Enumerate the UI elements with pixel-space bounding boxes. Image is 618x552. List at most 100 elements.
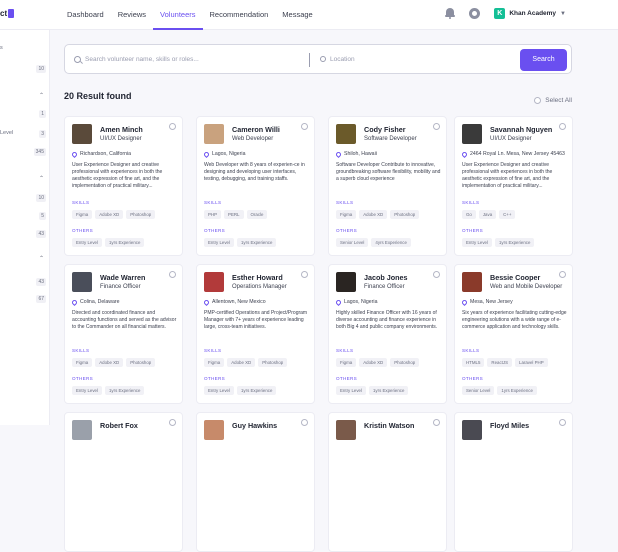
select-card-radio[interactable] xyxy=(559,271,566,278)
location-pin-icon xyxy=(202,298,211,306)
search-button[interactable]: Search xyxy=(520,49,567,71)
filter-count: 3 xyxy=(39,130,46,138)
others-label: OTHERS xyxy=(462,376,483,381)
location-text: Richardson, California xyxy=(80,151,132,157)
skills-label: SKILLS xyxy=(72,200,90,205)
skills-label: SKILLS xyxy=(204,348,222,353)
filter-count: 10 xyxy=(36,65,46,73)
brand-logo[interactable]: ct xyxy=(0,9,15,19)
others-label: OTHERS xyxy=(72,228,93,233)
volunteer-name[interactable]: Floyd Miles xyxy=(490,421,529,430)
volunteer-card[interactable]: Savannah Nguyen UI/UX Designer 2464 Royal … xyxy=(454,116,573,256)
location-text: Allentown, New Mexico xyxy=(212,299,266,305)
others-tags: Senior Level 1yrs Experience xyxy=(462,386,537,395)
volunteer-name[interactable]: Cody Fisher xyxy=(364,125,406,134)
location-text: Lagos, Nigeria xyxy=(212,151,246,157)
volunteer-card[interactable]: Robert Fox xyxy=(64,412,183,552)
volunteer-card[interactable]: Wade Warren Finance Officer Colina, Delawa… xyxy=(64,264,183,404)
select-card-radio[interactable] xyxy=(301,271,308,278)
skill-tag: Photoshop xyxy=(390,210,420,219)
filter-count: 5 xyxy=(39,212,46,220)
other-tag: Entry Level xyxy=(336,386,366,395)
select-card-radio[interactable] xyxy=(433,123,440,130)
sidebar-label: s xyxy=(0,45,3,51)
volunteer-name[interactable]: Robert Fox xyxy=(100,421,138,430)
chevron-up-icon: ⌃ xyxy=(38,256,44,262)
volunteer-location: 2464 Royal Ln. Mesa, New Jersey 45463 xyxy=(460,150,565,158)
location-text: Mesa, New Jersey xyxy=(470,299,513,305)
bell-icon[interactable] xyxy=(445,8,456,19)
volunteer-name[interactable]: Savannah Nguyen xyxy=(490,125,552,134)
volunteer-title: Operations Manager xyxy=(232,284,287,290)
volunteer-title: Web Developer xyxy=(232,136,274,142)
location-input[interactable]: Location xyxy=(330,45,355,75)
skills-tags: HTML5 ReactJS Laravel PHP xyxy=(462,358,548,367)
volunteer-card[interactable]: Guy Hawkins xyxy=(196,412,315,552)
volunteer-location: Richardson, California xyxy=(70,150,132,158)
volunteer-card[interactable]: Jacob Jones Finance Officer Lagos, Nigeria… xyxy=(328,264,447,404)
volunteer-name[interactable]: Bessie Cooper xyxy=(490,273,540,282)
volunteer-card[interactable]: Kristin Watson xyxy=(328,412,447,552)
volunteer-title: Software Developer xyxy=(364,136,417,142)
nav-message[interactable]: Message xyxy=(275,0,319,30)
nav-reviews[interactable]: Reviews xyxy=(111,0,153,30)
nav-dashboard[interactable]: Dashboard xyxy=(60,0,111,30)
skill-tag: Adobe XD xyxy=(359,358,388,367)
volunteer-location: Lagos, Nigeria xyxy=(334,298,378,306)
volunteer-name[interactable]: Wade Warren xyxy=(100,273,145,282)
skills-tags: Figma Adobe XD Photoshop xyxy=(336,210,420,219)
volunteer-location: Shiloh, Hawaii xyxy=(334,150,377,158)
volunteer-description: User Experience Designer and creative pr… xyxy=(72,162,163,189)
select-card-radio[interactable] xyxy=(169,271,176,278)
volunteer-card[interactable]: Floyd Miles xyxy=(454,412,573,552)
skill-tag: Figma xyxy=(336,210,357,219)
select-card-radio[interactable] xyxy=(301,123,308,130)
volunteer-name[interactable]: Amen Minch xyxy=(100,125,143,134)
top-bar: ct Dashboard Reviews Volunteers Recommen… xyxy=(0,0,618,30)
skill-tag: ReactJS xyxy=(487,358,512,367)
others-tags: Entry Level 1yrs Experience xyxy=(336,386,409,395)
volunteer-name[interactable]: Esther Howard xyxy=(232,273,283,282)
skill-tag: C++ xyxy=(499,210,516,219)
org-switcher[interactable]: K Khan Academy ▼ xyxy=(494,8,566,19)
avatar xyxy=(204,420,224,440)
location-text: Lagos, Nigeria xyxy=(344,299,378,305)
skill-tag: Figma xyxy=(204,358,225,367)
select-all-radio[interactable] xyxy=(534,97,542,104)
volunteer-name[interactable]: Cameron Willi xyxy=(232,125,280,134)
volunteer-description: PMP-certified Operations and Project/Pro… xyxy=(204,310,308,330)
volunteer-card[interactable]: Esther Howard Operations Manager Allentown… xyxy=(196,264,315,404)
search-input[interactable]: Search volunteer name, skills or roles..… xyxy=(85,45,305,75)
select-card-radio[interactable] xyxy=(433,271,440,278)
others-label: OTHERS xyxy=(336,228,357,233)
skill-tag: Oracle xyxy=(246,210,268,219)
location-text: 2464 Royal Ln. Mesa, New Jersey 45463 xyxy=(470,151,565,157)
select-card-radio[interactable] xyxy=(169,123,176,130)
gear-icon[interactable] xyxy=(469,8,481,19)
volunteer-card[interactable]: Amen Minch UI/UX Designer Richardson, Cali… xyxy=(64,116,183,256)
avatar xyxy=(462,420,482,440)
location-pin-icon xyxy=(460,298,469,306)
avatar xyxy=(336,272,356,292)
volunteer-title: Web and Mobile Developer xyxy=(490,284,563,290)
other-tag: 1yrs Experience xyxy=(494,238,535,247)
filter-count: 345 xyxy=(33,148,46,156)
others-tags: Entry Level 1yrs Experience xyxy=(204,386,277,395)
select-card-radio[interactable] xyxy=(559,123,566,130)
volunteer-name[interactable]: Guy Hawkins xyxy=(232,421,277,430)
skill-tag: Adobe XD xyxy=(95,210,124,219)
volunteer-name[interactable]: Jacob Jones xyxy=(364,273,408,282)
avatar xyxy=(72,124,92,144)
other-tag: 1yrs Experience xyxy=(236,386,277,395)
volunteer-name[interactable]: Kristin Watson xyxy=(364,421,414,430)
sidebar-filter[interactable]: Level 3 xyxy=(0,130,48,138)
nav-volunteers[interactable]: Volunteers xyxy=(153,0,203,30)
volunteer-card[interactable]: Cody Fisher Software Developer Shiloh, Haw… xyxy=(328,116,447,256)
search-icon xyxy=(74,56,81,63)
skill-tag: Laravel PHP xyxy=(515,358,548,367)
volunteer-card[interactable]: Bessie Cooper Web and Mobile Developer Mes… xyxy=(454,264,573,404)
filter-sidebar: s 10 ⌃ 1 Level 3 345 ⌃ 10 5 43 ⌃ 43 67 xyxy=(0,30,50,425)
nav-recommendation[interactable]: Recommendation xyxy=(203,0,276,30)
select-all[interactable]: Select All xyxy=(534,97,572,104)
volunteer-card[interactable]: Cameron Willi Web Developer Lagos, Nigeria… xyxy=(196,116,315,256)
